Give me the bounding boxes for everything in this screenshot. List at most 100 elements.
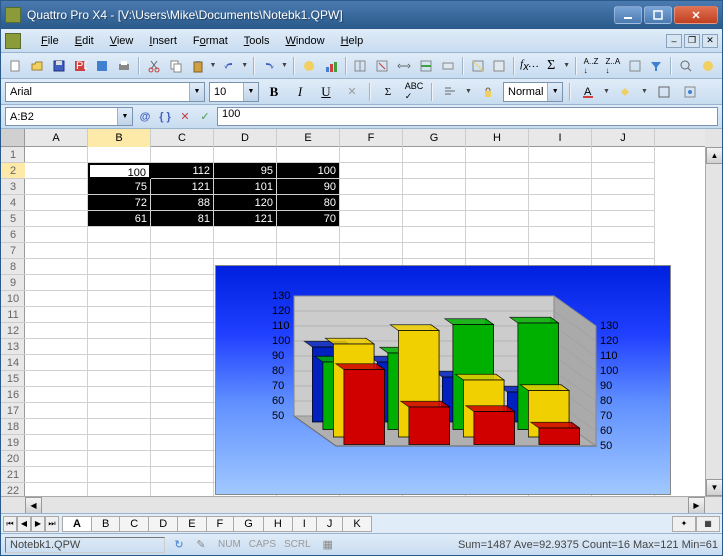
select-all-corner[interactable] (1, 129, 25, 147)
cell[interactable] (340, 147, 403, 163)
style-dropdown-icon[interactable]: ▼ (547, 83, 562, 101)
cell[interactable] (25, 467, 88, 483)
row-header-12[interactable]: 12 (1, 323, 25, 339)
cell-C5[interactable]: 81 (151, 211, 214, 227)
cell[interactable] (214, 147, 277, 163)
cell[interactable] (151, 259, 214, 275)
row-header-15[interactable]: 15 (1, 371, 25, 387)
publish-pdf-icon[interactable]: PDF (70, 56, 90, 76)
cell[interactable] (25, 179, 88, 195)
scroll-right-icon[interactable]: ▶ (688, 497, 705, 514)
cell[interactable] (277, 243, 340, 259)
align-dropdown-icon[interactable]: ▼ (465, 88, 473, 95)
fill-color-dropdown-icon[interactable]: ▼ (641, 88, 649, 95)
cell[interactable] (529, 147, 592, 163)
cell[interactable] (25, 483, 88, 496)
cell-B4[interactable]: 72 (88, 195, 151, 211)
cell-D3[interactable]: 101 (214, 179, 277, 195)
insert-row-icon[interactable] (416, 56, 436, 76)
sheet-tab-H[interactable]: H (263, 516, 293, 532)
cell[interactable] (151, 243, 214, 259)
maximize-button[interactable] (644, 6, 672, 24)
cell[interactable] (592, 243, 655, 259)
sheet-tab-G[interactable]: G (233, 516, 264, 532)
tab-prev-icon[interactable]: ◀ (17, 516, 31, 532)
cell[interactable] (25, 275, 88, 291)
cell[interactable] (340, 227, 403, 243)
col-header-G[interactable]: G (403, 129, 466, 147)
cell[interactable] (592, 227, 655, 243)
mdi-restore-button[interactable]: ❐ (684, 34, 700, 48)
cell[interactable] (88, 227, 151, 243)
row-header-18[interactable]: 18 (1, 419, 25, 435)
titlebar[interactable]: Quattro Pro X4 - [V:\Users\Mike\Document… (1, 1, 722, 29)
cell-D5[interactable]: 121 (214, 211, 277, 227)
cell[interactable] (25, 355, 88, 371)
new-button[interactable] (5, 56, 25, 76)
cell[interactable] (25, 195, 88, 211)
vertical-scrollbar[interactable]: ▲ ▼ (705, 147, 722, 496)
cell-E4[interactable]: 80 (277, 195, 340, 211)
cell[interactable] (88, 435, 151, 451)
minimize-button[interactable] (614, 6, 642, 24)
cell[interactable] (151, 403, 214, 419)
cell[interactable] (403, 163, 466, 179)
cancel-entry-icon[interactable]: ✕ (177, 109, 193, 125)
chart-button[interactable] (321, 56, 341, 76)
cell[interactable] (592, 147, 655, 163)
cell[interactable] (25, 291, 88, 307)
align-button[interactable] (439, 82, 461, 102)
insert-cells-icon[interactable] (351, 56, 371, 76)
row-header-10[interactable]: 10 (1, 291, 25, 307)
col-header-E[interactable]: E (277, 129, 340, 147)
cell[interactable] (88, 339, 151, 355)
cell-D4[interactable]: 120 (214, 195, 277, 211)
cell[interactable] (88, 307, 151, 323)
sheet-tab-I[interactable]: I (292, 516, 317, 532)
properties-button[interactable] (679, 82, 701, 102)
cell[interactable] (466, 195, 529, 211)
row-header-7[interactable]: 7 (1, 243, 25, 259)
scroll-up-icon[interactable]: ▲ (706, 147, 722, 164)
speedformat-button[interactable] (468, 56, 488, 76)
cell-D2[interactable]: 95 (214, 163, 277, 179)
cell[interactable] (88, 323, 151, 339)
copy-button[interactable] (166, 56, 186, 76)
quickfilter-button[interactable] (647, 56, 667, 76)
split-toggle-icon[interactable]: ▦ (696, 516, 720, 532)
cell[interactable] (466, 211, 529, 227)
cell[interactable] (151, 371, 214, 387)
cell-C3[interactable]: 121 (151, 179, 214, 195)
print-button[interactable] (114, 56, 134, 76)
accept-entry-icon[interactable]: ✓ (197, 109, 213, 125)
cell[interactable] (529, 163, 592, 179)
cell[interactable] (529, 227, 592, 243)
cell[interactable] (88, 403, 151, 419)
sort-asc-button[interactable]: A..Z↓ (581, 56, 601, 76)
cell[interactable] (25, 243, 88, 259)
cell[interactable] (88, 291, 151, 307)
mdi-minimize-button[interactable]: – (666, 34, 682, 48)
cell[interactable] (25, 147, 88, 163)
cell[interactable] (403, 179, 466, 195)
col-header-D[interactable]: D (214, 129, 277, 147)
cell[interactable] (340, 179, 403, 195)
name-box-dropdown-icon[interactable]: ▼ (117, 108, 132, 125)
cell[interactable] (340, 163, 403, 179)
cell[interactable] (592, 211, 655, 227)
cell[interactable] (88, 275, 151, 291)
menu-window[interactable]: Window (277, 33, 332, 49)
sort-desc-button[interactable]: Z..A↓ (603, 56, 623, 76)
row-header-4[interactable]: 4 (1, 195, 25, 211)
row-header-17[interactable]: 17 (1, 403, 25, 419)
col-header-I[interactable]: I (529, 129, 592, 147)
cell[interactable] (403, 211, 466, 227)
cell[interactable] (88, 419, 151, 435)
cell[interactable] (466, 243, 529, 259)
status-refresh-icon[interactable]: ↻ (171, 537, 187, 553)
cell[interactable] (466, 163, 529, 179)
cell[interactable] (277, 227, 340, 243)
cell-B3[interactable]: 75 (88, 179, 151, 195)
cell[interactable] (403, 243, 466, 259)
row-header-2[interactable]: 2 (1, 163, 25, 179)
